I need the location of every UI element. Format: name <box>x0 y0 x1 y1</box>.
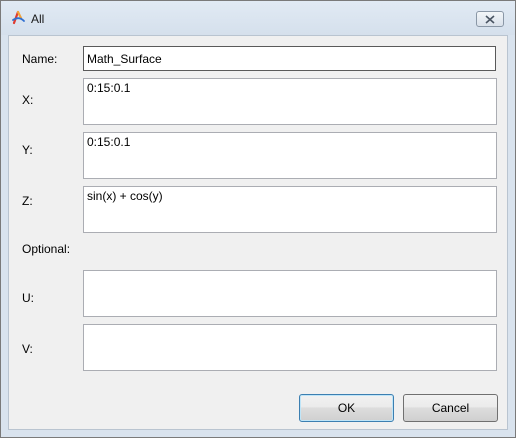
window-title: All <box>31 12 45 26</box>
name-field[interactable] <box>83 46 496 71</box>
u-field[interactable] <box>83 270 497 317</box>
y-field[interactable]: 0:15:0.1 <box>83 132 497 179</box>
app-logo-icon <box>10 9 26 25</box>
v-label: V: <box>22 342 33 356</box>
name-label: Name: <box>22 52 58 66</box>
close-button[interactable] <box>476 11 504 27</box>
ok-button[interactable]: OK <box>299 394 394 422</box>
optional-label: Optional: <box>22 242 71 256</box>
dialog-window: All Name: X: 0:15:0.1 Y: 0:15:0.1 Z: sin… <box>0 0 516 438</box>
x-label: X: <box>22 93 34 107</box>
title-bar: All <box>1 1 515 35</box>
cancel-button[interactable]: Cancel <box>403 394 498 422</box>
z-label: Z: <box>22 194 33 208</box>
z-field[interactable]: sin(x) + cos(y) <box>83 186 497 233</box>
x-field[interactable]: 0:15:0.1 <box>83 78 497 125</box>
u-label: U: <box>22 291 34 305</box>
v-field[interactable] <box>83 324 497 371</box>
close-icon <box>485 15 495 24</box>
y-label: Y: <box>22 143 33 157</box>
dialog-body: Name: X: 0:15:0.1 Y: 0:15:0.1 Z: sin(x) … <box>8 35 508 430</box>
